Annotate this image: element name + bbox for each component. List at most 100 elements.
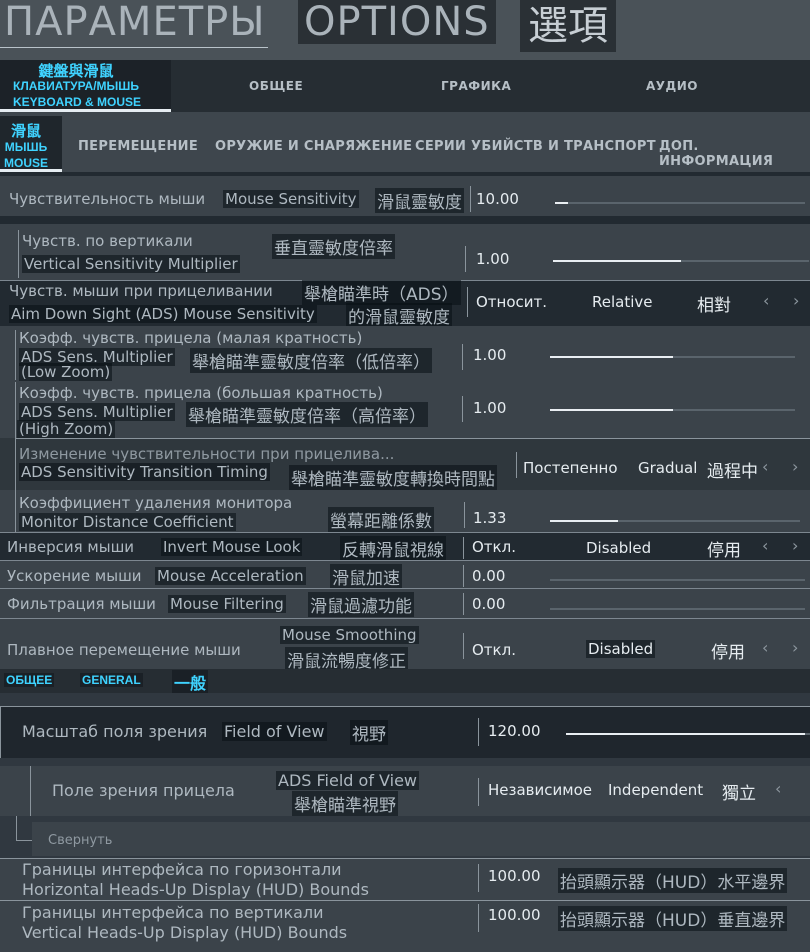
tab-label-en: KEYBOARD & MOUSE (12, 95, 141, 109)
label-ru: Фильтрация мыши (7, 595, 156, 613)
label-zh: 滑鼠過濾功能 (308, 592, 414, 617)
chevron-right-icon[interactable]: › (793, 291, 799, 310)
label-ru: Чувств. по вертикали (22, 232, 193, 250)
label-ru: Коэфф. чувств. прицела (большая кратност… (19, 384, 383, 402)
subtab-movement[interactable]: ПЕРЕМЕЩЕНИЕ (78, 139, 198, 154)
label-ru: Плавное перемещение мыши (7, 641, 241, 659)
setting-mouse-acceleration[interactable]: Ускорение мыши Mouse Acceleration 滑鼠加速 0… (0, 560, 810, 589)
value-mouse-sensitivity: 10.00 (476, 190, 519, 208)
value-mouse-acceleration: 0.00 (472, 567, 506, 585)
label-ru: Инверсия мыши (7, 538, 135, 556)
tab-audio[interactable]: АУДИО (646, 79, 698, 93)
label-zh: 滑鼠靈敏度 (375, 188, 464, 213)
label-en: ADS Sensitivity Transition Timing (19, 463, 270, 481)
setting-hud-horizontal[interactable]: Границы интерфейса по горизонтали Horizo… (0, 858, 810, 900)
subtab-killstreaks[interactable]: СЕРИИ УБИЙСТВ И ТРАНСПОРТ (415, 139, 656, 154)
label-ru: Границы интерфейса по вертикали (22, 903, 324, 922)
section-tab-ru[interactable]: ОБЩЕЕ (4, 673, 55, 687)
label-zh: 滑鼠加速 (330, 564, 402, 589)
chevron-right-icon[interactable]: › (792, 638, 798, 657)
setting-transition-timing[interactable]: Изменение чувствительности при прицелива… (0, 438, 810, 490)
setting-ads-high-zoom[interactable]: Коэфф. чувств. прицела (большая кратност… (0, 382, 810, 438)
option-value-en: Gradual (638, 459, 698, 477)
label-en: Mouse Smoothing (280, 626, 419, 644)
option-value-en: Independent (608, 781, 704, 799)
label-ru: Коэфф. чувств. прицела (малая кратность) (19, 329, 363, 347)
setting-mouse-smoothing[interactable]: Плавное перемещение мыши Mouse Smoothing… (0, 618, 810, 672)
option-value-zh: 獨立 (722, 784, 756, 804)
value-fov: 120.00 (488, 722, 541, 740)
label-en: ADS Sens. Multiplier (19, 403, 175, 421)
slider-ads-high[interactable] (550, 409, 795, 411)
option-value-ru: Откл. (472, 641, 516, 659)
chevron-left-icon[interactable]: ‹ (762, 457, 768, 476)
setting-monitor-distance[interactable]: Коэффициент удаления монитора Monitor Di… (0, 490, 810, 532)
label-ru: Чувствительность мыши (9, 190, 206, 208)
setting-vertical-multiplier[interactable]: Чувств. по вертикали 垂直靈敏度倍率 Vertical Se… (0, 224, 810, 280)
slider-mouse-sensitivity[interactable] (555, 202, 805, 204)
slider-fov[interactable] (566, 733, 810, 735)
tab-label-zh: 鍵盤與滑鼠 (38, 63, 114, 80)
label-en: Invert Mouse Look (161, 538, 303, 556)
tab-label-ru: КЛАВИАТУРА/МЫШЬ (13, 79, 139, 93)
general-section-tabs: ОБЩЕЕ GENERAL 一般 (0, 669, 810, 694)
setting-ads-low-zoom[interactable]: Коэфф. чувств. прицела (малая кратность)… (0, 326, 810, 382)
chevron-right-icon[interactable]: › (792, 536, 798, 555)
setting-invert-mouse[interactable]: Инверсия мыши Invert Mouse Look 反轉滑鼠視線 О… (0, 532, 810, 561)
chevron-left-icon[interactable]: ‹ (762, 638, 768, 657)
setting-hud-vertical[interactable]: Границы интерфейса по вертикали Vertical… (0, 900, 810, 952)
title-underline (0, 47, 268, 48)
page-title-ru: ПАРАМЕТРЫ (4, 0, 266, 45)
chevron-right-icon[interactable]: › (792, 457, 798, 476)
label-en: Vertical Heads-Up Display (HUD) Bounds (22, 923, 348, 942)
value-hud-vertical: 100.00 (488, 906, 541, 924)
label-ru: Изменение чувствительности при прицелива… (19, 445, 395, 463)
tab-keyboard-mouse[interactable]: 鍵盤與滑鼠 КЛАВИАТУРА/МЫШЬ KEYBOARD & MOUSE (0, 60, 171, 112)
option-value-zh: 停用 (707, 541, 741, 561)
value-mouse-filtering: 0.00 (472, 595, 506, 613)
section-tab-en[interactable]: GENERAL (80, 673, 143, 687)
subtab-weapons[interactable]: ОРУЖИЕ И СНАРЯЖЕНИЕ (215, 139, 412, 154)
setting-mouse-filtering[interactable]: Фильтрация мыши Mouse Filtering 滑鼠過濾功能 0… (0, 588, 810, 618)
slider-ads-low[interactable] (550, 356, 795, 358)
option-value-ru: Откл. (472, 538, 516, 556)
value-ads-high: 1.00 (473, 399, 507, 417)
page-title-zh: 選項 (520, 0, 616, 52)
chevron-left-icon[interactable]: ‹ (762, 536, 768, 555)
collapse-button[interactable]: Свернуть (48, 833, 112, 848)
subtab-mouse[interactable]: 滑鼠 МЫШЬ MOUSE (0, 116, 62, 172)
page-title-en: OPTIONS (298, 0, 496, 44)
label-en: Aim Down Sight (ADS) Mouse Sensitivity (9, 305, 317, 323)
label-en: Vertical Sensitivity Multiplier (22, 255, 240, 273)
slider-vertical-multiplier[interactable] (553, 260, 809, 262)
chevron-left-icon[interactable]: ‹ (775, 779, 781, 798)
top-tabs: 鍵盤與滑鼠 КЛАВИАТУРА/МЫШЬ KEYBOARD & MOUSE О… (0, 60, 810, 112)
slider-mouse-filtering[interactable] (550, 608, 805, 610)
option-value-en: Disabled (586, 539, 652, 557)
label-zh: 抬頭顯示器（HUD）水平邊界 (558, 868, 788, 893)
setting-mouse-sensitivity[interactable]: Чувствительность мыши Mouse Sensitivity … (0, 172, 810, 224)
label-en-2: (High Zoom) (17, 420, 116, 438)
page-header: ПАРАМЕТРЫ OPTIONS 選項 (0, 0, 810, 60)
setting-fov[interactable]: Масштаб поля зрения Field of View 視野 120… (0, 706, 810, 758)
slider-monitor-distance[interactable] (550, 520, 800, 522)
section-tab-zh[interactable]: 一般 (172, 670, 209, 694)
label-ru: Чувств. мыши при прицеливании (9, 282, 273, 300)
label-en: Mouse Filtering (168, 595, 286, 613)
label-ru: Границы интерфейса по горизонтали (22, 860, 342, 879)
option-value-zh: 停用 (711, 643, 745, 663)
chevron-left-icon[interactable]: ‹ (763, 291, 769, 310)
tab-graphics[interactable]: ГРАФИКА (441, 79, 511, 93)
label-ru: Поле зрения прицела (52, 781, 235, 800)
option-value-zh: 過程中 (707, 462, 758, 482)
tab-general[interactable]: ОБЩЕЕ (249, 79, 303, 93)
setting-ads-fov[interactable]: Поле зрения прицела ADS Field of View 舉槍… (0, 766, 810, 816)
subtab-extra-info[interactable]: ДОП. ИНФОРМАЦИЯ (659, 139, 810, 169)
label-en: Horizontal Heads-Up Display (HUD) Bounds (22, 880, 369, 899)
setting-ads-sensitivity[interactable]: Чувств. мыши при прицеливании 舉槍瞄準時（ADS）… (0, 280, 810, 328)
label-en-2: (Low Zoom) (19, 363, 113, 381)
collapse-row[interactable]: Свернуть (0, 816, 810, 856)
label-en: Mouse Acceleration (155, 567, 306, 585)
option-value-en: Relative (592, 293, 653, 311)
slider-mouse-acceleration[interactable] (550, 579, 805, 581)
